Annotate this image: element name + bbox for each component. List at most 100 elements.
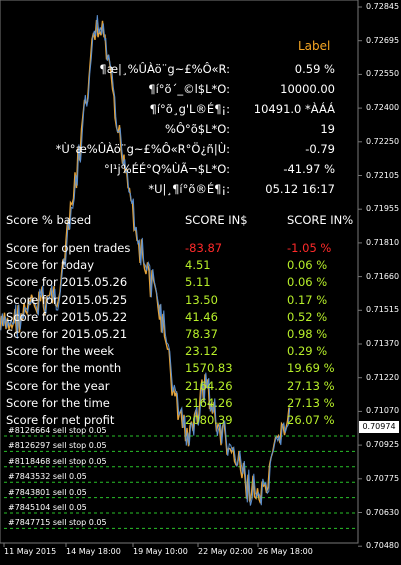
order-label[interactable]: #7843801 sell 0.05 [8, 488, 87, 497]
price-tick-label: 0.71810 [366, 237, 400, 247]
score-row: Score for the time 2164.26 27.13 % [6, 396, 351, 413]
info-row-value: 10000.00 [280, 82, 335, 96]
score-row-money: 41.46 [185, 309, 218, 324]
info-row: ¶í°õ¸g'L®É¶¡: 10491.0 *ÀÁÁ [60, 102, 335, 122]
score-row: Score for the week 23.12 0.29 % [6, 344, 351, 361]
score-row: Score for today 4.51 0.06 % [6, 258, 351, 275]
score-row-pct: 0.52 % [287, 309, 328, 324]
score-row-money: 23.12 [185, 344, 218, 359]
price-tick-label: 0.71515 [366, 305, 400, 315]
price-tick-label: 0.71070 [366, 406, 400, 416]
current-price-box: 0.70974 [359, 421, 399, 433]
score-row-name: Score for 2015.05.22 [6, 309, 128, 324]
score-row-pct: 0.06 % [287, 275, 328, 290]
date-tick-label: 22 May 02:00 [198, 547, 253, 556]
score-row-pct: 0.98 % [287, 327, 328, 341]
order-label[interactable]: #8126297 sell stop 0.05 [8, 441, 107, 450]
info-row: *U|¸¶í°õ®É¶¡: 05.12 16:17 [60, 182, 335, 202]
score-row-pct: 27.13 % [287, 395, 335, 410]
price-tick-label: 0.70775 [366, 473, 400, 483]
score-row: Score for the year 2164.26 27.13 % [6, 379, 351, 396]
info-row-key: *Ù°æ%ÛÀö¨g~£%Ô«R°Ö¿ñ|Ù: [55, 142, 230, 156]
score-header-name: Score % based [6, 213, 92, 227]
info-row-key: ¶í°õ¸g'L®É¶¡: [149, 102, 230, 116]
score-row-money: 78.37 [185, 327, 218, 341]
date-tick-label: 26 May 18:00 [258, 547, 313, 556]
order-label[interactable]: #8126664 sell stop 0.05 [8, 426, 107, 435]
score-row-name: Score for net profit [6, 413, 115, 427]
price-tick-label: 0.70480 [366, 541, 400, 551]
info-row-key: °l¹j%ÉÉ°Q%ÙÃ¬$L*O: [103, 162, 230, 176]
score-row: Score for 2015.05.26 5.11 0.06 % [6, 275, 351, 292]
score-row-pct: -1.05 % [287, 241, 332, 255]
price-tick-label: 0.71370 [366, 339, 400, 348]
order-label[interactable]: #7845104 sell 0.05 [8, 503, 87, 512]
score-row-name: Score for the time [6, 395, 110, 410]
score-row-money: 2164.26 [185, 395, 233, 410]
score-row-money: 1570.83 [185, 361, 233, 376]
info-row: °l¹j%ÉÉ°Q%ÙÃ¬$L*O: -41.97 % [60, 162, 335, 182]
info-row-value: -41.97 % [283, 162, 335, 176]
info-row: ¶æ|¸%ÛÀö¨g~£%Ô«R: 0.59 % [60, 62, 335, 82]
score-row-money: -83.87 [185, 241, 223, 255]
score-row-name: Score for 2015.05.26 [6, 275, 128, 290]
score-row-name: Score for 2015.05.25 [6, 292, 128, 307]
score-row-name: Score for open trades [6, 241, 131, 255]
info-row-value: 0.59 % [294, 62, 335, 76]
score-row-name: Score for the month [6, 361, 122, 376]
info-row-key: %Ô°õ$L*O: [165, 122, 230, 136]
score-row-money: 2080.39 [185, 413, 233, 427]
score-row-name: Score for today [6, 258, 95, 273]
score-header-row: Score % based SCORE IN$ SCORE IN% [6, 213, 354, 230]
info-row: %Ô°õ$L*O: 19 [60, 122, 335, 142]
order-label[interactable]: #8118468 sell stop 0.05 [8, 457, 107, 466]
info-row-value: 19 [320, 122, 335, 136]
score-row: Score for 2015.05.21 78.37 0.98 % [6, 327, 351, 344]
price-tick-label: 0.72550 [366, 69, 400, 79]
price-tick-label: 0.70630 [366, 507, 400, 517]
score-row-pct: 0.06 % [287, 258, 328, 273]
score-row-name: Score for the week [6, 344, 115, 359]
price-tick-label: 0.70925 [366, 440, 400, 450]
info-row-value: -0.79 [305, 142, 335, 156]
score-row: Score for 2015.05.25 13.50 0.17 % [6, 293, 351, 310]
info-row-value: 10491.0 *ÀÁÁ [253, 102, 335, 116]
date-tick-label: 19 May 10:00 [133, 547, 188, 556]
score-header-money: SCORE IN$ [185, 213, 248, 227]
info-row-key: ¶í°õ´_©l$L*O: [148, 82, 230, 96]
score-row-money: 5.11 [185, 275, 211, 290]
score-row: Score for 2015.05.22 41.46 0.52 % [6, 310, 351, 327]
score-row-pct: 27.13 % [287, 378, 335, 393]
score-row-name: Score for the year [6, 378, 110, 393]
price-tick-label: 0.72250 [366, 136, 400, 146]
info-row-value: 05.12 16:17 [265, 182, 335, 196]
info-row: ¶í°õ´_©l$L*O: 10000.00 [60, 82, 335, 102]
info-row: *Ù°æ%ÛÀö¨g~£%Ô«R°Ö¿ñ|Ù: -0.79 [56, 142, 335, 162]
date-tick-label: 14 May 18:00 [66, 547, 121, 556]
score-row-pct: 26.07 % [287, 413, 335, 427]
price-tick-label: 0.71220 [366, 372, 400, 382]
score-row-money: 13.50 [185, 292, 218, 307]
order-label[interactable]: #7843532 sell 0.05 [8, 472, 87, 481]
info-row-key: ¶æ|¸%ÛÀö¨g~£%Ô«R: [99, 62, 230, 76]
price-tick-label: 0.72845 [366, 2, 400, 11]
score-row-money: 4.51 [185, 258, 211, 273]
score-row: Score for the month 1570.83 19.69 % [6, 361, 351, 378]
score-row-money: 2164.26 [185, 378, 233, 393]
score-row-pct: 0.29 % [287, 344, 328, 359]
price-tick-label: 0.71660 [366, 271, 400, 281]
price-tick-label: 0.72695 [366, 35, 400, 45]
price-tick-label: 0.72400 [366, 103, 400, 113]
price-tick-label: 0.72105 [366, 170, 400, 180]
info-row-key: *U|¸¶í°õ®É¶¡: [148, 182, 230, 196]
date-tick-label: 11 May 2015 [4, 547, 57, 556]
price-tick-label: 0.71955 [366, 204, 400, 214]
score-row: Score for open trades -83.87 -1.05 % [6, 241, 351, 258]
label-title: Label [298, 39, 331, 53]
score-header-pct: SCORE IN% [287, 213, 354, 227]
score-row-pct: 0.17 % [287, 292, 328, 307]
order-label[interactable]: #7847715 sell stop 0.05 [8, 518, 107, 527]
price-axis-ticks [358, 6, 362, 547]
score-row-pct: 19.69 % [287, 361, 335, 376]
score-row-name: Score for 2015.05.21 [6, 327, 128, 341]
